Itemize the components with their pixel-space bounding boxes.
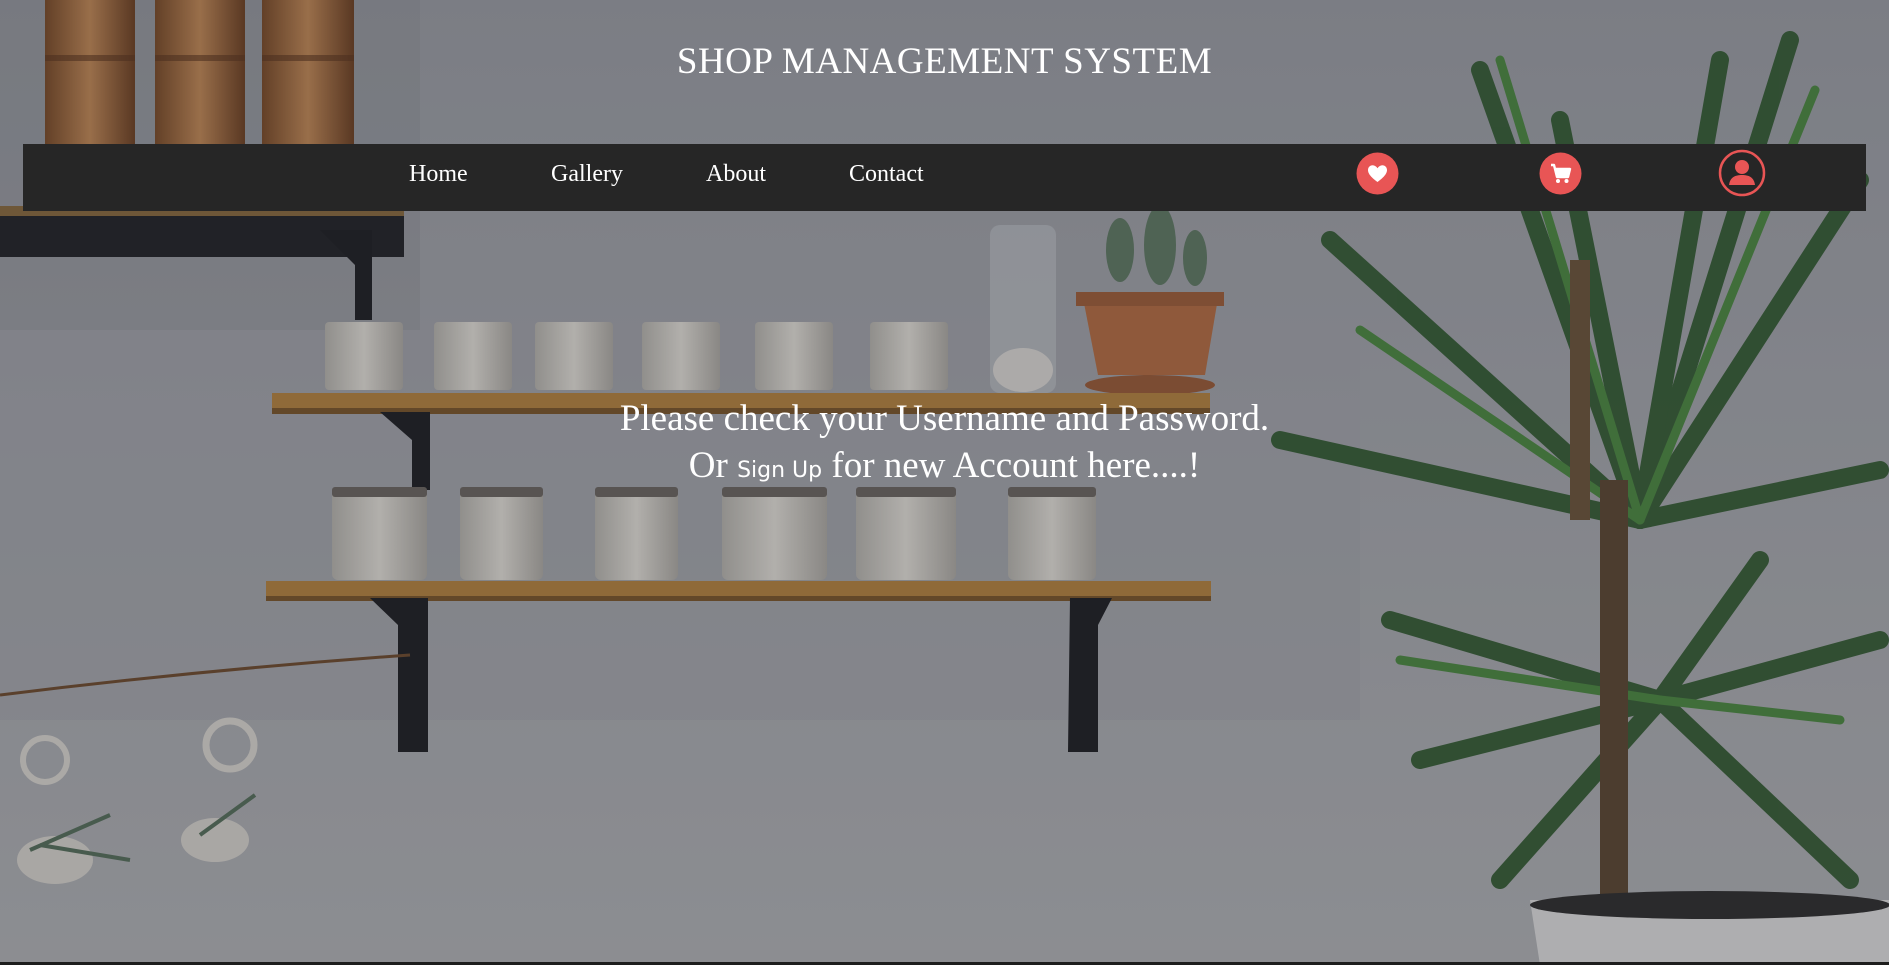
login-error-message: Please check your Username and Password.… xyxy=(0,395,1889,494)
account-button[interactable] xyxy=(1718,149,1766,197)
cart-button[interactable] xyxy=(1538,151,1583,196)
message-suffix: for new Account here....! xyxy=(831,445,1201,486)
message-prefix: Or xyxy=(688,445,728,486)
message-line-1: Please check your Username and Password. xyxy=(619,398,1270,439)
nav-about-link[interactable]: About xyxy=(706,154,766,194)
nav-contact-link[interactable]: Contact xyxy=(849,154,924,194)
user-icon xyxy=(1718,149,1766,197)
signup-link[interactable]: Sign Up xyxy=(737,458,822,483)
site-title: SHOP MANAGEMENT SYSTEM xyxy=(676,41,1213,82)
cart-icon xyxy=(1539,152,1582,195)
wishlist-button[interactable] xyxy=(1355,151,1400,196)
message-line-2: Or Sign Up for new Account here....! xyxy=(0,442,1889,494)
navbar: Home Gallery About Contact xyxy=(23,144,1866,211)
heart-icon xyxy=(1356,152,1399,195)
nav-home-link[interactable]: Home xyxy=(409,154,468,194)
nav-gallery-link[interactable]: Gallery xyxy=(551,154,623,194)
